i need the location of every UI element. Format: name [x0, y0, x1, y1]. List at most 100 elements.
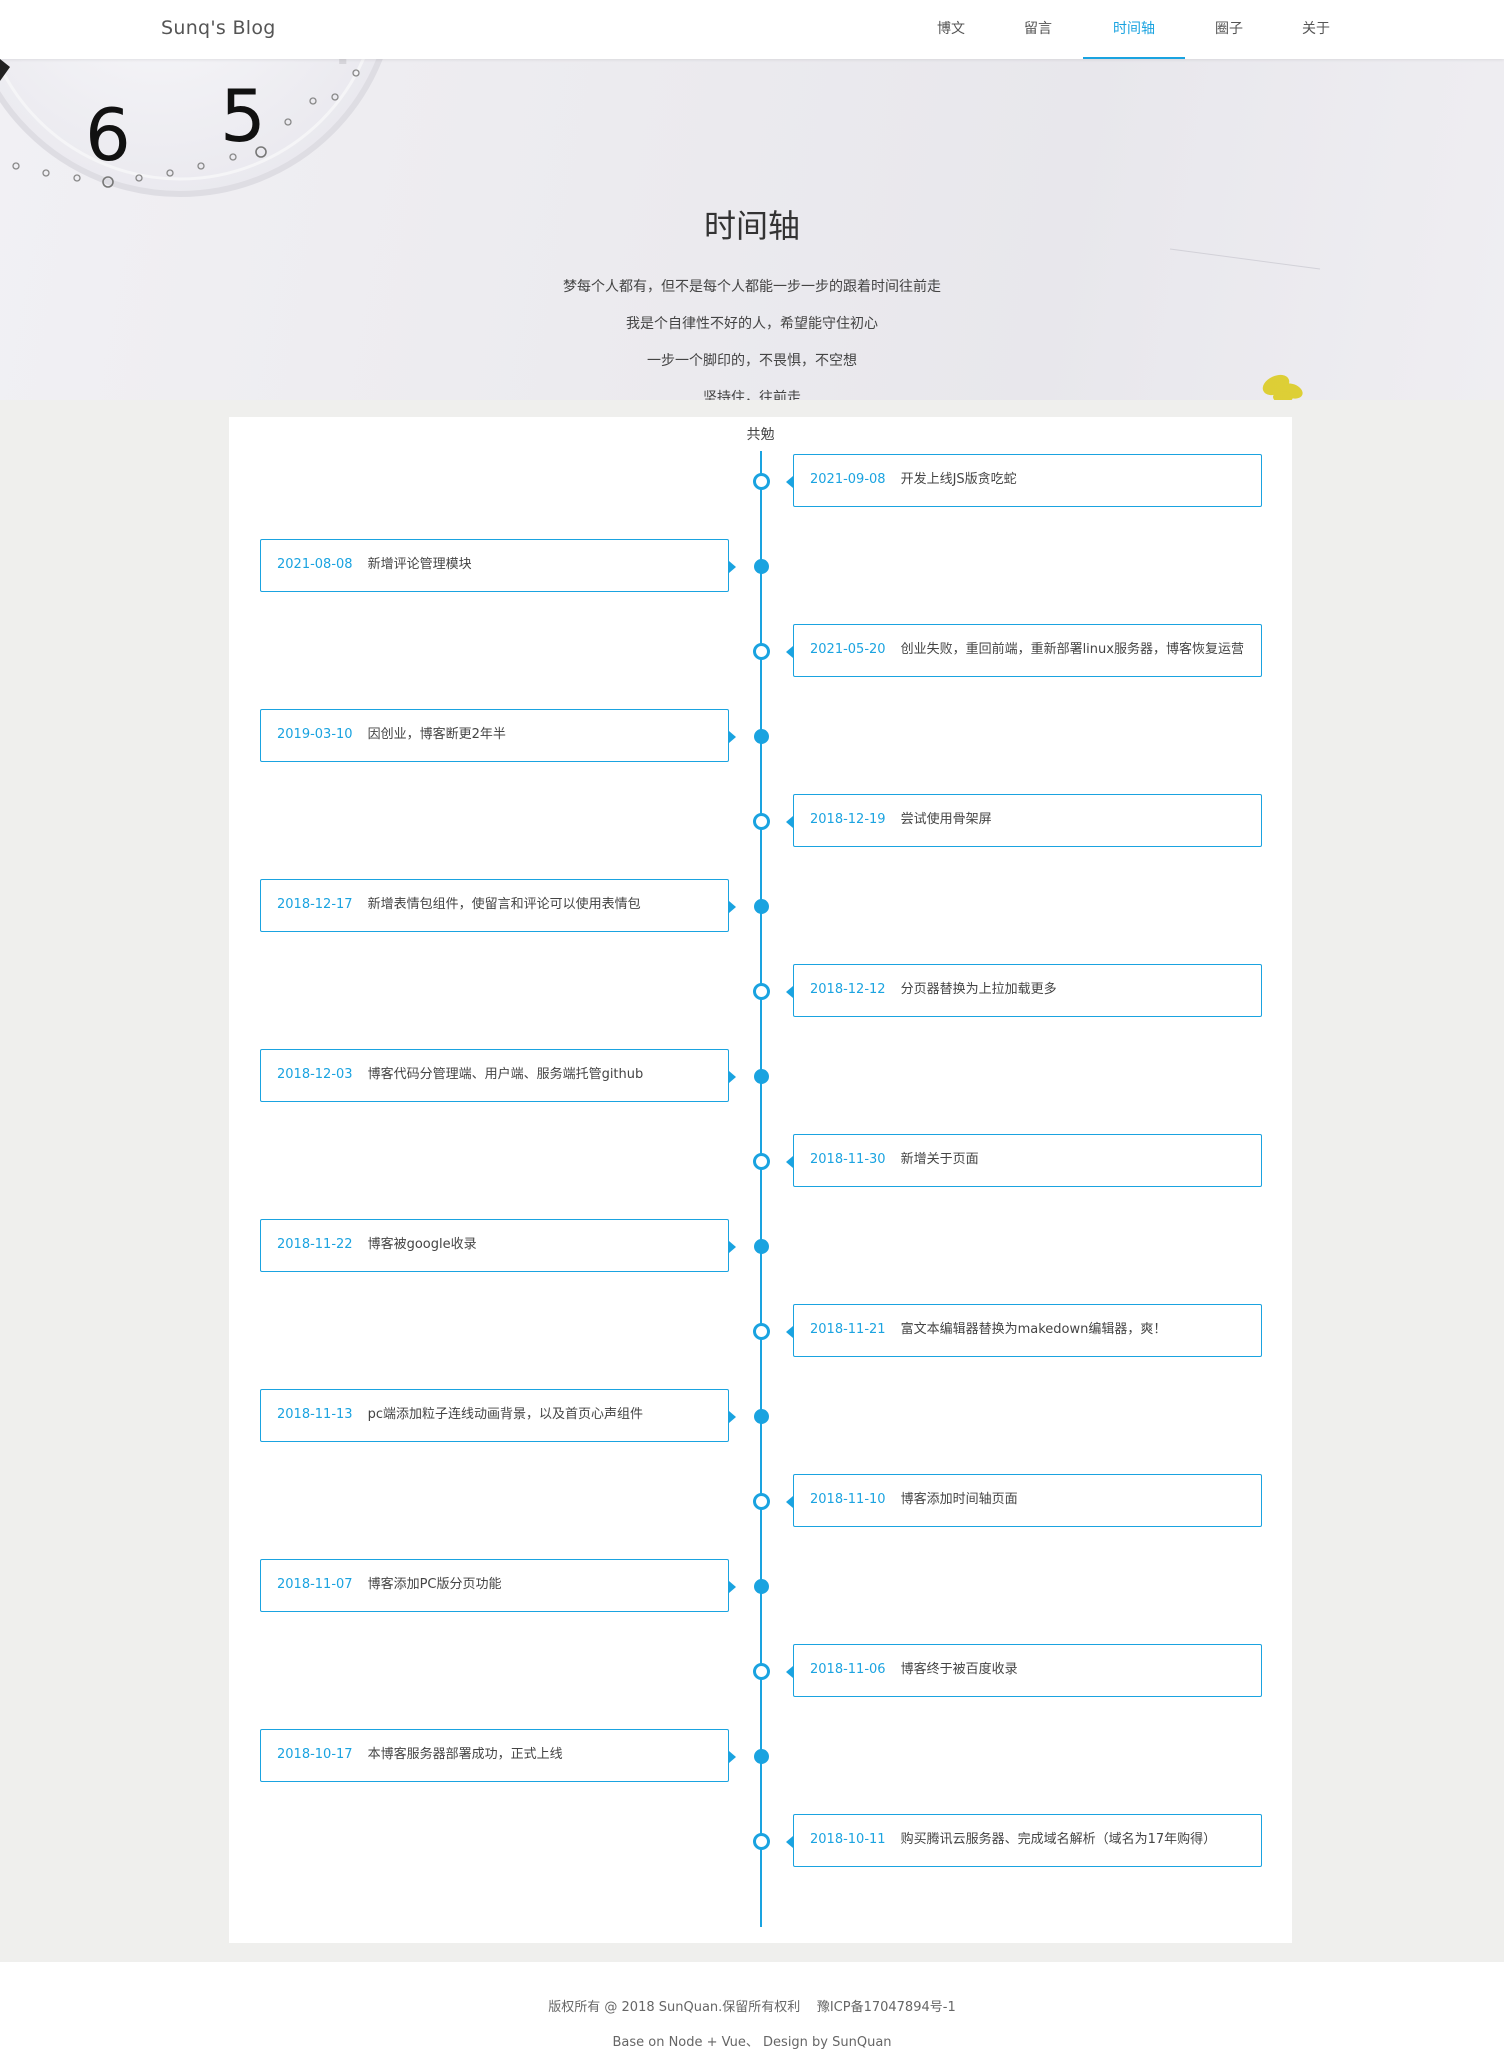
- timeline-node-filled: [753, 898, 769, 914]
- timeline-node-filled: [753, 1068, 769, 1084]
- timeline-entry-card[interactable]: 2018-10-17 本博客服务器部署成功，正式上线: [260, 1729, 736, 1782]
- timeline-entry-date: 2018-11-22: [277, 1237, 353, 1252]
- timeline-entry-text: 富文本编辑器替换为makedown编辑器，爽！: [900, 1322, 1167, 1337]
- timeline-entry-date: 2018-12-17: [277, 897, 353, 912]
- timeline-entry-date: 2018-11-13: [277, 1407, 353, 1422]
- nav-item-about[interactable]: 关于: [1290, 0, 1342, 59]
- timeline-entry-card[interactable]: 2018-12-17 新增表情包组件，使留言和评论可以使用表情包: [260, 879, 736, 932]
- timeline-heading: 共勉: [746, 427, 775, 443]
- timeline-node-hollow: [752, 982, 770, 1000]
- timeline-entry-card[interactable]: 2021-09-08 开发上线JS版贪吃蛇: [786, 454, 1262, 507]
- timeline-entry-date: 2018-11-07: [277, 1577, 353, 1592]
- nav-item-circle[interactable]: 圈子: [1203, 0, 1255, 59]
- timeline-entry-text: 因创业，博客断更2年半: [367, 727, 506, 742]
- page-title: 时间轴: [703, 207, 800, 245]
- timeline-entry-pointer: [729, 1241, 736, 1253]
- timeline-entry-text: 博客添加PC版分页功能: [367, 1577, 502, 1592]
- timeline-entry-card[interactable]: 2021-05-20 创业失败，重回前端，重新部署linux服务器，博客恢复运营: [786, 624, 1262, 677]
- timeline-entry-text: 开发上线JS版贪吃蛇: [900, 472, 1017, 487]
- timeline-entry-card[interactable]: 2018-11-21 富文本编辑器替换为makedown编辑器，爽！: [786, 1304, 1262, 1357]
- nav-item-timeline[interactable]: 时间轴: [1083, 0, 1185, 59]
- timeline-entry-text: 博客添加时间轴页面: [900, 1492, 1018, 1507]
- timeline-node-hollow: [752, 1322, 770, 1340]
- timeline-node-filled: [753, 1238, 769, 1254]
- timeline-entry-text: 分页器替换为上拉加载更多: [900, 982, 1057, 997]
- timeline-panel: 共勉 2021-09-08 开发上线JS版贪吃蛇 2021-08-08 新增评论管理模…: [229, 417, 1292, 1943]
- timeline-entry-text: 博客被google收录: [367, 1237, 477, 1252]
- timeline-entry-text: 博客终于被百度收录: [900, 1662, 1018, 1677]
- timeline-entry-pointer: [729, 901, 736, 913]
- timeline-entry-text: 购买腾讯云服务器、完成域名解析（域名为17年购得）: [900, 1832, 1217, 1847]
- timeline-entry-date: 2018-12-03: [277, 1067, 353, 1082]
- timeline-entry-date: 2021-05-20: [810, 642, 886, 657]
- timeline-entry-pointer: [786, 816, 793, 828]
- footer-icp-link[interactable]: 豫ICP备17047894号-1: [817, 2000, 956, 2015]
- timeline-entry-card[interactable]: 2019-03-10 因创业，博客断更2年半: [260, 709, 736, 762]
- timeline-entry-card[interactable]: 2018-11-13 pc端添加粒子连线动画背景，以及首页心声组件: [260, 1389, 736, 1442]
- timeline-entry-date: 2018-11-30: [810, 1152, 886, 1167]
- timeline-entry-card[interactable]: 2018-11-06 博客终于被百度收录: [786, 1644, 1262, 1697]
- timeline-entry-card[interactable]: 2018-12-03 博客代码分管理端、用户端、服务端托管github: [260, 1049, 736, 1102]
- timeline-entry-pointer: [786, 476, 793, 488]
- timeline-entry-text: 新增关于页面: [900, 1152, 979, 1167]
- timeline-entry-pointer: [729, 1751, 736, 1763]
- timeline-entry-pointer: [729, 1071, 736, 1083]
- timeline-node-filled: [753, 1748, 769, 1764]
- timeline-node-filled: [753, 558, 769, 574]
- timeline-node-hollow: [752, 1152, 770, 1170]
- hero-motto-line-4: 坚持住，往前走: [703, 390, 801, 400]
- hero-motto-line-3: 一步一个脚印的，不畏惧，不空想: [647, 353, 857, 369]
- timeline-node-hollow: [752, 1492, 770, 1510]
- timeline-entry-date: 2019-03-10: [277, 727, 353, 742]
- timeline-entry-date: 2018-10-11: [810, 1832, 886, 1847]
- clock-digit-5: 5: [220, 74, 266, 158]
- timeline-entry-date: 2021-09-08: [810, 472, 886, 487]
- timeline-node-hollow: [752, 1832, 770, 1850]
- hero-motto-line-1: 梦每个人都有，但不是每个人都能一步一步的跟着时间往前走: [563, 279, 941, 295]
- timeline-node-filled: [753, 1578, 769, 1594]
- timeline-entry-date: 2018-11-10: [810, 1492, 886, 1507]
- timeline-entry-card[interactable]: 2018-11-30 新增关于页面: [786, 1134, 1262, 1187]
- timeline-entry-pointer: [729, 561, 736, 573]
- timeline-entry-card[interactable]: 2018-12-19 尝试使用骨架屏: [786, 794, 1262, 847]
- site-footer: 版权所有 @ 2018 SunQuan.保留所有权利 豫ICP备17047894…: [0, 1962, 1504, 2072]
- timeline-axis: [760, 451, 762, 1927]
- timeline-entry-pointer: [786, 1836, 793, 1848]
- nav-item-posts[interactable]: 博文: [925, 0, 977, 59]
- timeline-entry-text: 创业失败，重回前端，重新部署linux服务器，博客恢复运营: [900, 642, 1244, 657]
- timeline-entry-pointer: [786, 1156, 793, 1168]
- timeline-node-hollow: [752, 472, 770, 490]
- timeline-entry-text: 新增评论管理模块: [367, 557, 472, 572]
- timeline-entry-pointer: [729, 1411, 736, 1423]
- timeline-entry-text: 尝试使用骨架屏: [900, 812, 992, 827]
- timeline-entry-card[interactable]: 2018-12-12 分页器替换为上拉加载更多: [786, 964, 1262, 1017]
- nav-item-messages[interactable]: 留言: [1012, 0, 1064, 59]
- timeline-entry-card[interactable]: 2018-11-10 博客添加时间轴页面: [786, 1474, 1262, 1527]
- site-brand[interactable]: Sunq's Blog: [161, 17, 276, 39]
- timeline-entry-pointer: [786, 1496, 793, 1508]
- timeline-entry-text: 本博客服务器部署成功，正式上线: [367, 1747, 563, 1762]
- timeline-entry-date: 2018-11-21: [810, 1322, 886, 1337]
- top-navbar: Sunq's Blog 博文 留言 时间轴 圈子 关于: [0, 0, 1504, 59]
- timeline-entry-text: pc端添加粒子连线动画背景，以及首页心声组件: [367, 1407, 643, 1422]
- timeline-entry-pointer: [786, 646, 793, 658]
- clock-digit-6: 6: [85, 93, 131, 177]
- timeline-entry-pointer: [786, 1666, 793, 1678]
- timeline-entry-card[interactable]: 2018-11-07 博客添加PC版分页功能: [260, 1559, 736, 1612]
- timeline-entry-pointer: [786, 1326, 793, 1338]
- hero-motto-line-2: 我是个自律性不好的人，希望能守住初心: [626, 316, 878, 332]
- hero-banner: 6 5 4 时间轴 梦每个人都有，但不是每个人都能一步一步的跟着时间往前走 我是…: [0, 59, 1504, 400]
- timeline-node-hollow: [752, 1662, 770, 1680]
- timeline-entry-card[interactable]: 2018-10-11 购买腾讯云服务器、完成域名解析（域名为17年购得）: [786, 1814, 1262, 1867]
- timeline-node-hollow: [752, 642, 770, 660]
- clock-digit-4: 4: [312, 59, 358, 81]
- timeline-entry-card[interactable]: 2018-11-22 博客被google收录: [260, 1219, 736, 1272]
- timeline-entry-date: 2018-12-19: [810, 812, 886, 827]
- timeline-node-filled: [753, 1408, 769, 1424]
- timeline-entry-pointer: [729, 731, 736, 743]
- timeline-entry-card[interactable]: 2021-08-08 新增评论管理模块: [260, 539, 736, 592]
- timeline-entry-pointer: [729, 1581, 736, 1593]
- timeline-entry-text: 新增表情包组件，使留言和评论可以使用表情包: [367, 897, 641, 912]
- timeline-entry-text: 博客代码分管理端、用户端、服务端托管github: [367, 1067, 644, 1082]
- timeline-entry-date: 2021-08-08: [277, 557, 353, 572]
